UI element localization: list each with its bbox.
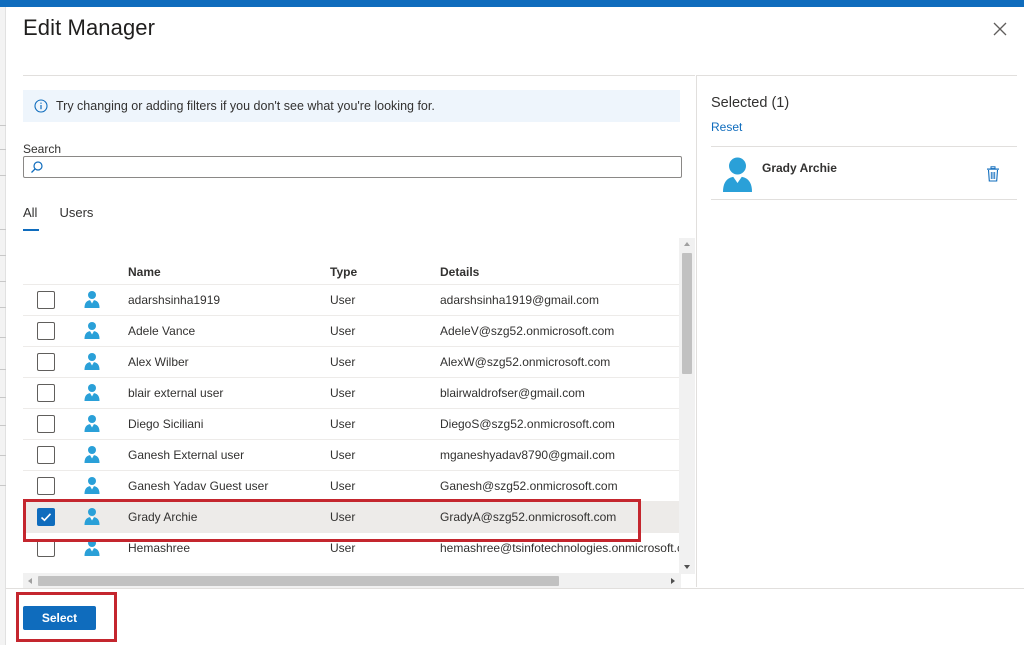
results-table: Name Type Details adarshsinha1919 User a…: [23, 236, 695, 588]
table-row-selected[interactable]: Grady Archie User GradyA@szg52.onmicroso…: [23, 501, 679, 532]
search-icon: [30, 160, 44, 174]
user-avatar-icon: [83, 538, 101, 556]
scroll-right-icon[interactable]: [671, 578, 675, 584]
user-avatar-icon: [83, 414, 101, 432]
vertical-scrollbar[interactable]: [679, 238, 695, 574]
table-row[interactable]: Hemashree User hemashree@tsinfotechnolog…: [23, 532, 690, 563]
selected-user-avatar-icon: [721, 156, 754, 192]
row-checkbox[interactable]: [37, 353, 55, 371]
user-avatar-icon: [83, 321, 101, 339]
row-type: User: [330, 448, 356, 462]
user-avatar-icon: [83, 290, 101, 308]
trash-icon[interactable]: [986, 166, 1000, 182]
row-name: Ganesh Yadav Guest user: [128, 479, 269, 493]
table-row[interactable]: Alex Wilber User AlexW@szg52.onmicrosoft…: [23, 346, 679, 377]
row-details: AlexW@szg52.onmicrosoft.com: [440, 355, 611, 369]
row-type: User: [330, 324, 356, 338]
user-avatar-icon: [83, 476, 101, 494]
edit-manager-dialog: Edit Manager Try changing or adding filt…: [6, 7, 1024, 645]
row-details: mganeshyadav8790@gmail.com: [440, 448, 615, 462]
row-type: User: [330, 355, 356, 369]
table-row[interactable]: Adele Vance User AdeleV@szg52.onmicrosof…: [23, 315, 679, 346]
column-header-type[interactable]: Type: [330, 265, 357, 279]
scroll-left-icon[interactable]: [28, 578, 32, 584]
selected-divider: [711, 146, 1017, 147]
row-checkbox[interactable]: [37, 291, 55, 309]
selected-user-name: Grady Archie: [762, 161, 837, 175]
horizontal-scrollbar[interactable]: [23, 573, 681, 589]
info-banner: Try changing or adding filters if you do…: [23, 90, 680, 122]
column-header-details[interactable]: Details: [440, 265, 479, 279]
tab-all[interactable]: All: [23, 205, 40, 231]
row-checkbox[interactable]: [37, 477, 55, 495]
row-details: blairwaldrofser@gmail.com: [440, 386, 585, 400]
scroll-down-icon[interactable]: [684, 565, 690, 569]
row-name: Ganesh External user: [128, 448, 245, 462]
row-type: User: [330, 386, 356, 400]
table-row[interactable]: adarshsinha1919 User adarshsinha1919@gma…: [23, 284, 679, 315]
selected-title: Selected (1): [711, 95, 790, 111]
column-header-name[interactable]: Name: [128, 265, 161, 279]
reset-link[interactable]: Reset: [711, 120, 742, 134]
row-type: User: [330, 479, 356, 493]
dialog-title: Edit Manager: [23, 15, 156, 40]
row-type: User: [330, 510, 356, 524]
row-checkbox[interactable]: [37, 322, 55, 340]
selected-item-divider: [711, 199, 1017, 200]
row-name: Diego Siciliani: [128, 417, 204, 431]
row-name: Alex Wilber: [128, 355, 189, 369]
row-details: AdeleV@szg52.onmicrosoft.com: [440, 324, 615, 338]
scroll-up-icon[interactable]: [684, 242, 690, 246]
select-button[interactable]: Select: [23, 606, 96, 630]
row-details: GradyA@szg52.onmicrosoft.com: [440, 510, 617, 524]
row-name: adarshsinha1919: [128, 293, 221, 307]
row-checkbox[interactable]: [37, 539, 55, 557]
info-text: Try changing or adding filters if you do…: [56, 99, 435, 113]
row-details: hemashree@tsinfotechnologies.onmicrosoft…: [440, 541, 690, 555]
tab-users[interactable]: Users: [59, 205, 93, 231]
search-input[interactable]: [48, 158, 676, 176]
row-checkbox-checked[interactable]: [37, 508, 55, 526]
table-header: Name Type Details: [23, 236, 679, 284]
panel-divider: [696, 75, 697, 587]
row-checkbox[interactable]: [37, 415, 55, 433]
row-name: Grady Archie: [128, 510, 198, 524]
row-type: User: [330, 293, 356, 307]
footer-divider: [6, 588, 1024, 589]
row-checkbox[interactable]: [37, 446, 55, 464]
user-avatar-icon: [83, 352, 101, 370]
header-divider-right: [697, 75, 1017, 76]
row-checkbox[interactable]: [37, 384, 55, 402]
row-name: Hemashree: [128, 541, 191, 555]
search-box[interactable]: [23, 156, 682, 178]
top-app-strip: [0, 0, 1024, 7]
horizontal-scroll-thumb[interactable]: [38, 576, 559, 586]
filter-tabs: All Users: [23, 205, 115, 233]
user-avatar-icon: [83, 383, 101, 401]
checkmark-icon: [40, 513, 52, 522]
table-row[interactable]: Ganesh External user User mganeshyadav87…: [23, 439, 679, 470]
table-row[interactable]: blair external user User blairwaldrofser…: [23, 377, 679, 408]
table-row[interactable]: Diego Siciliani User DiegoS@szg52.onmicr…: [23, 408, 679, 439]
row-type: User: [330, 541, 356, 555]
row-name: blair external user: [128, 386, 224, 400]
row-details: Ganesh@szg52.onmicrosoft.com: [440, 479, 618, 493]
row-details: DiegoS@szg52.onmicrosoft.com: [440, 417, 615, 431]
info-icon: [34, 99, 48, 113]
row-name: Adele Vance: [128, 324, 196, 338]
header-divider: [23, 75, 695, 76]
row-details: adarshsinha1919@gmail.com: [440, 293, 599, 307]
table-row[interactable]: Ganesh Yadav Guest user User Ganesh@szg5…: [23, 470, 679, 501]
user-avatar-icon: [83, 507, 101, 525]
row-type: User: [330, 417, 356, 431]
table-body: adarshsinha1919 User adarshsinha1919@gma…: [23, 284, 690, 563]
close-icon[interactable]: [990, 19, 1010, 39]
vertical-scroll-thumb[interactable]: [682, 253, 692, 374]
user-avatar-icon: [83, 445, 101, 463]
search-label: Search: [23, 142, 62, 156]
